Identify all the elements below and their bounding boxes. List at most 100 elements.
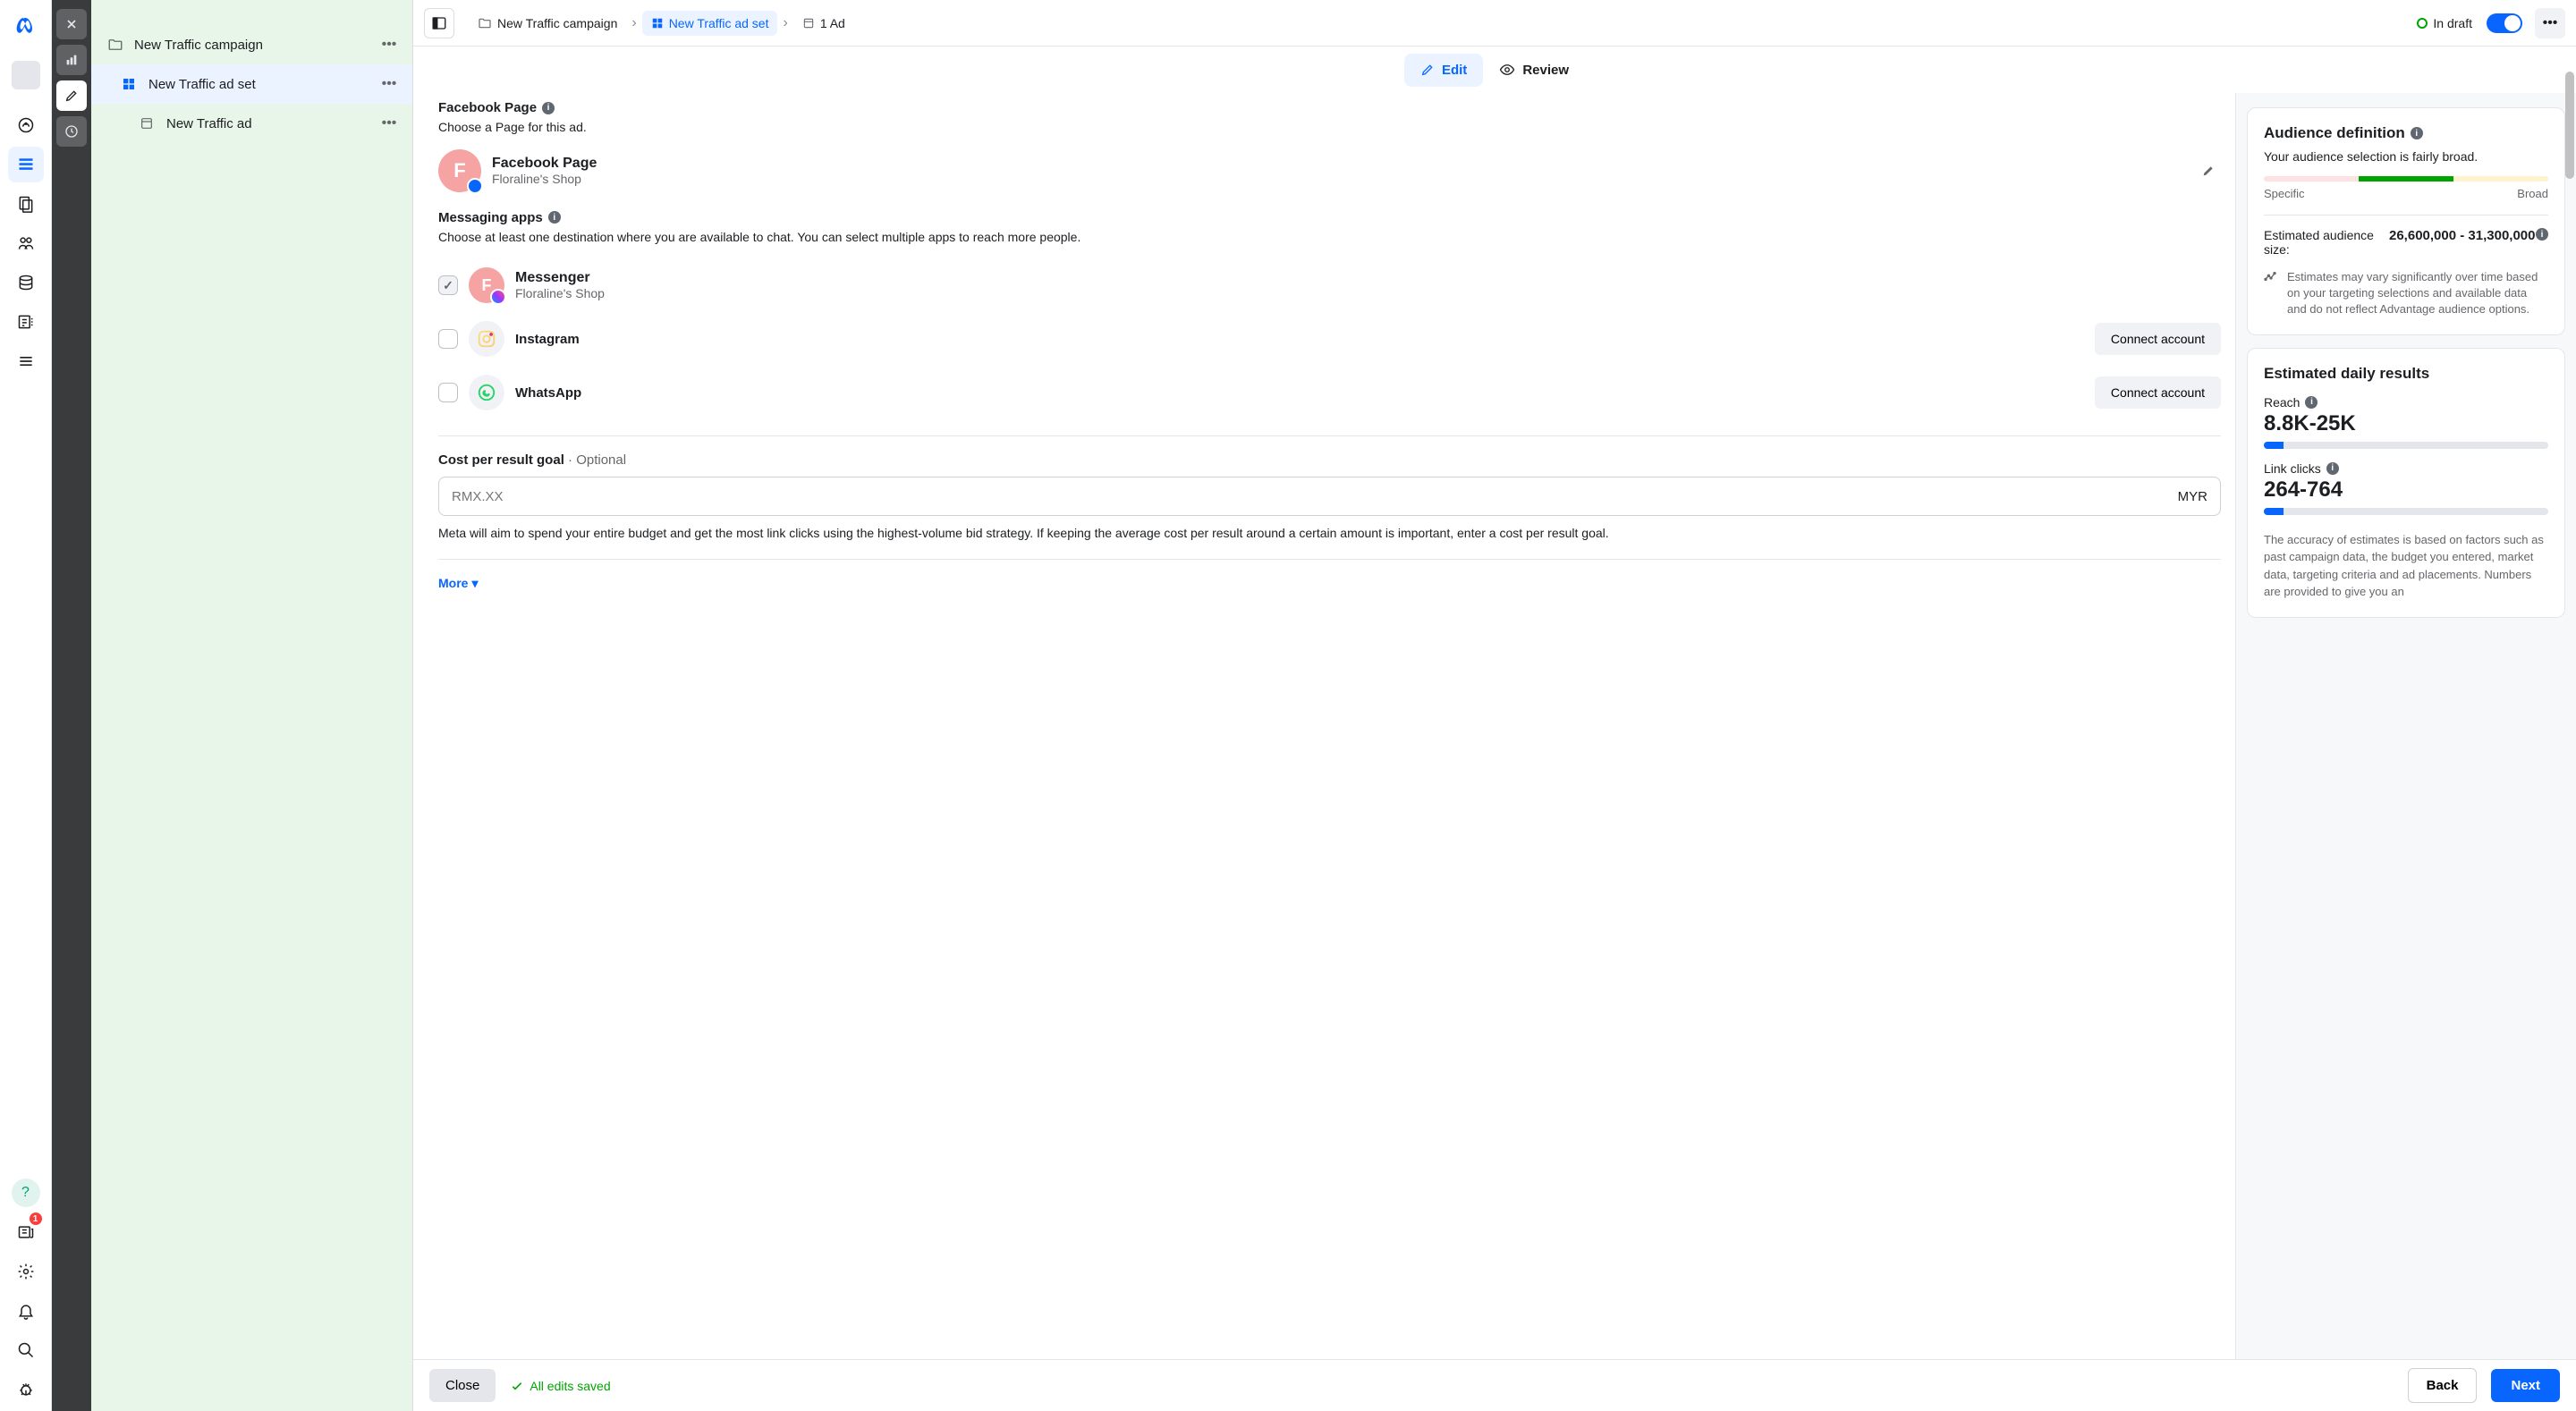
tree-adset[interactable]: New Traffic ad set ••• bbox=[91, 64, 412, 104]
help-icon[interactable]: ? bbox=[12, 1179, 40, 1207]
nav-search-icon[interactable] bbox=[8, 1332, 44, 1368]
chevron-right-icon: › bbox=[631, 15, 636, 31]
messenger-badge-icon bbox=[490, 289, 506, 305]
caret-down-icon: ▾ bbox=[471, 576, 478, 591]
nav-notifications-icon[interactable] bbox=[8, 1293, 44, 1329]
tree-item-menu[interactable]: ••• bbox=[378, 34, 400, 55]
cost-optional: · Optional bbox=[564, 452, 626, 468]
currency-label: MYR bbox=[2178, 489, 2207, 504]
panel-chart-icon[interactable] bbox=[56, 45, 87, 75]
breadcrumb-label: 1 Ad bbox=[820, 16, 845, 30]
folder-icon bbox=[107, 37, 123, 53]
accuracy-text: The accuracy of estimates is based on fa… bbox=[2264, 531, 2548, 601]
cost-label: Cost per result goal bbox=[438, 452, 564, 468]
whatsapp-icon bbox=[469, 375, 504, 410]
tab-review[interactable]: Review bbox=[1483, 53, 1585, 87]
info-icon[interactable]: i bbox=[548, 211, 561, 224]
messenger-sub: Floraline's Shop bbox=[515, 286, 2221, 300]
page-avatar: F bbox=[438, 149, 481, 192]
ad-icon bbox=[140, 116, 156, 131]
nav-settings-icon[interactable] bbox=[8, 1254, 44, 1289]
gauge-broad: Broad bbox=[2517, 187, 2548, 200]
audience-gauge bbox=[2264, 176, 2548, 182]
instagram-connect-button[interactable]: Connect account bbox=[2095, 323, 2221, 355]
publish-toggle[interactable] bbox=[2487, 13, 2522, 33]
messaging-title: Messaging apps bbox=[438, 210, 543, 225]
back-button[interactable]: Back bbox=[2408, 1368, 2478, 1403]
tree-campaign[interactable]: New Traffic campaign ••• bbox=[91, 25, 412, 64]
info-icon[interactable]: i bbox=[2536, 228, 2548, 241]
daily-title: Estimated daily results bbox=[2264, 365, 2548, 383]
scrollbar[interactable] bbox=[2565, 72, 2574, 179]
clicks-bar bbox=[2264, 508, 2548, 515]
panel-close-icon[interactable] bbox=[56, 9, 87, 39]
tree-item-menu[interactable]: ••• bbox=[378, 73, 400, 95]
check-icon bbox=[510, 1379, 524, 1393]
breadcrumb-campaign[interactable]: New Traffic campaign bbox=[469, 11, 626, 36]
reach-label: Reach bbox=[2264, 395, 2300, 410]
eye-icon bbox=[1499, 62, 1515, 78]
chevron-right-icon: › bbox=[783, 15, 787, 31]
pencil-icon bbox=[1420, 63, 1435, 77]
edit-page-button[interactable] bbox=[2196, 158, 2221, 183]
nav-pages-icon[interactable] bbox=[8, 186, 44, 222]
tree-item-menu[interactable]: ••• bbox=[378, 113, 400, 134]
ad-icon bbox=[802, 17, 815, 30]
info-icon[interactable]: i bbox=[2411, 127, 2423, 139]
draft-status: In draft bbox=[2417, 16, 2472, 30]
messenger-avatar: F bbox=[469, 267, 504, 303]
more-menu[interactable]: ••• bbox=[2535, 8, 2565, 38]
trend-icon bbox=[2264, 269, 2278, 318]
whatsapp-name: WhatsApp bbox=[515, 385, 2084, 401]
nav-billing-icon[interactable] bbox=[8, 265, 44, 300]
close-button[interactable]: Close bbox=[429, 1369, 496, 1402]
cost-help: Meta will aim to spend your entire budge… bbox=[438, 525, 2221, 543]
breadcrumb-ad[interactable]: 1 Ad bbox=[793, 11, 854, 36]
meta-logo[interactable] bbox=[13, 13, 39, 39]
nav-reports-icon[interactable] bbox=[8, 304, 44, 340]
cost-input[interactable] bbox=[452, 489, 2178, 504]
info-icon[interactable]: i bbox=[2326, 462, 2339, 475]
tree-campaign-label: New Traffic campaign bbox=[134, 38, 378, 53]
breadcrumb-adset[interactable]: New Traffic ad set bbox=[642, 11, 778, 36]
page-subtitle: Floraline's Shop bbox=[492, 172, 2185, 186]
whatsapp-checkbox[interactable] bbox=[438, 383, 458, 402]
saved-status: All edits saved bbox=[530, 1379, 610, 1393]
page-name: Facebook Page bbox=[492, 156, 2185, 172]
facebook-badge-icon bbox=[467, 178, 483, 194]
clicks-label: Link clicks bbox=[2264, 461, 2321, 476]
panel-toggle[interactable] bbox=[424, 8, 454, 38]
account-avatar[interactable] bbox=[12, 61, 40, 89]
messenger-checkbox[interactable] bbox=[438, 275, 458, 295]
breadcrumb-label: New Traffic campaign bbox=[497, 16, 617, 30]
audience-disclaimer: Estimates may vary significantly over ti… bbox=[2287, 269, 2548, 318]
next-button[interactable]: Next bbox=[2491, 1369, 2560, 1402]
nav-audiences-icon[interactable] bbox=[8, 225, 44, 261]
tree-ad[interactable]: New Traffic ad ••• bbox=[91, 104, 412, 143]
panel-edit-icon[interactable] bbox=[56, 80, 87, 111]
nav-bug-icon[interactable] bbox=[8, 1372, 44, 1407]
more-link[interactable]: More ▾ bbox=[438, 576, 2221, 591]
audience-desc: Your audience selection is fairly broad. bbox=[2264, 149, 2548, 164]
folder-icon bbox=[478, 16, 492, 30]
nav-gauge-icon[interactable] bbox=[8, 107, 44, 143]
nav-campaigns-icon[interactable] bbox=[8, 147, 44, 182]
grid-icon bbox=[122, 77, 138, 91]
panel-history-icon[interactable] bbox=[56, 116, 87, 147]
facebook-page-help: Choose a Page for this ad. bbox=[438, 119, 2221, 137]
nav-hamburger-icon[interactable] bbox=[8, 343, 44, 379]
messaging-help: Choose at least one destination where yo… bbox=[438, 229, 2221, 247]
facebook-page-title: Facebook Page bbox=[438, 100, 537, 115]
tree-ad-label: New Traffic ad bbox=[166, 116, 378, 131]
nav-news-icon[interactable]: 1 bbox=[8, 1214, 44, 1250]
messenger-name: Messenger bbox=[515, 270, 2221, 286]
status-dot-icon bbox=[2417, 18, 2428, 29]
tab-edit[interactable]: Edit bbox=[1404, 54, 1483, 87]
instagram-checkbox[interactable] bbox=[438, 329, 458, 349]
est-size-label: Estimated audience size: bbox=[2264, 228, 2389, 257]
info-icon[interactable]: i bbox=[2305, 396, 2318, 409]
gauge-specific: Specific bbox=[2264, 187, 2305, 200]
info-icon[interactable]: i bbox=[542, 102, 555, 114]
whatsapp-connect-button[interactable]: Connect account bbox=[2095, 376, 2221, 409]
audience-title: Audience definition bbox=[2264, 124, 2405, 142]
